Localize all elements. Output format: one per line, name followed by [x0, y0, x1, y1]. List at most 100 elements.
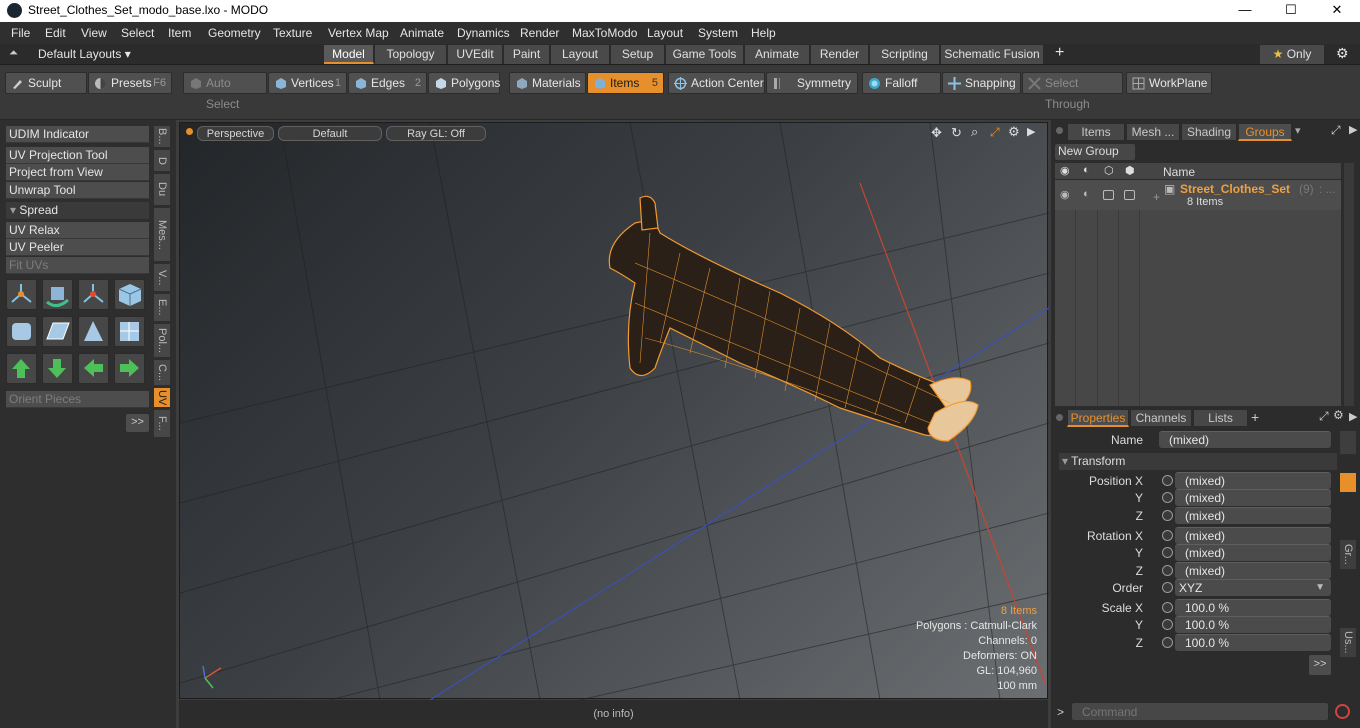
- layout-selector[interactable]: Default Layouts ▾: [38, 47, 131, 61]
- arrow-down-icon[interactable]: [42, 353, 73, 384]
- fit-view-icon[interactable]: ⤢: [990, 125, 1000, 140]
- tab-properties[interactable]: Properties: [1067, 409, 1129, 427]
- uv-pyramid-icon[interactable]: [78, 316, 109, 347]
- menu-item[interactable]: Item: [168, 26, 191, 40]
- raygl-button[interactable]: Ray GL: Off: [386, 126, 486, 141]
- snapping-button[interactable]: Snapping: [942, 72, 1021, 94]
- 3d-viewport[interactable]: Perspective Default Ray GL: Off ✥ ↻ ⌕ ⤢ …: [179, 122, 1049, 700]
- uv-transform-icon[interactable]: [6, 279, 37, 310]
- items-button[interactable]: Items 5: [587, 72, 664, 94]
- menu-help[interactable]: Help: [751, 26, 776, 40]
- more-properties-button[interactable]: >>: [1309, 655, 1331, 675]
- name-field[interactable]: (mixed): [1159, 431, 1331, 448]
- arrow-up-icon[interactable]: [6, 353, 37, 384]
- udim-indicator-button[interactable]: UDIM Indicator: [6, 126, 149, 143]
- row-render-icon[interactable]: ◐: [1083, 188, 1090, 200]
- uv-cylinder-icon[interactable]: [6, 316, 37, 347]
- vtab-pol[interactable]: Pol...: [154, 324, 170, 358]
- polygons-button[interactable]: Polygons: [428, 72, 500, 94]
- arrow-left-icon[interactable]: [78, 353, 109, 384]
- menu-vertex-map[interactable]: Vertex Map: [328, 26, 389, 40]
- rotation-z-field[interactable]: (mixed): [1175, 562, 1331, 579]
- props-arrow-icon[interactable]: ▶: [1349, 410, 1357, 423]
- materials-button[interactable]: Materials: [509, 72, 586, 94]
- workplane-button[interactable]: WorkPlane: [1126, 72, 1212, 94]
- groups-scrollbar[interactable]: [1344, 163, 1354, 406]
- menu-animate[interactable]: Animate: [400, 26, 444, 40]
- tab-animate[interactable]: Animate: [745, 45, 810, 64]
- row-select-box[interactable]: [1124, 190, 1135, 200]
- close-button[interactable]: ✕: [1314, 0, 1360, 22]
- fit-uvs-button[interactable]: Fit UVs: [6, 257, 149, 274]
- menu-dynamics[interactable]: Dynamics: [457, 26, 510, 40]
- menu-layout[interactable]: Layout: [647, 26, 683, 40]
- rotation-y-anim-icon[interactable]: [1162, 547, 1173, 558]
- pan-icon[interactable]: ✥: [931, 125, 942, 141]
- tab-game-tools[interactable]: Game Tools: [666, 45, 744, 64]
- menu-system[interactable]: System: [698, 26, 738, 40]
- props-expand-icon[interactable]: ⤢: [1319, 409, 1329, 424]
- visibility-eye-icon[interactable]: ◉: [1060, 164, 1070, 177]
- props-vtab-us[interactable]: Us...: [1340, 628, 1356, 658]
- arrow-right-icon[interactable]: [114, 353, 145, 384]
- menu-geometry[interactable]: Geometry: [208, 26, 261, 40]
- rotation-y-field[interactable]: (mixed): [1175, 544, 1331, 561]
- uv-projection-tool-button[interactable]: UV Projection Tool: [6, 147, 149, 164]
- vtab-mes[interactable]: Mes...: [154, 208, 170, 262]
- vtab-f[interactable]: F...: [154, 410, 170, 438]
- viewport-gear-icon[interactable]: ⚙: [1008, 124, 1020, 140]
- select-through-button[interactable]: Select Through: [1022, 72, 1123, 111]
- minimize-button[interactable]: —: [1222, 0, 1268, 22]
- zoom-icon[interactable]: ⌕: [971, 124, 978, 140]
- unwrap-tool-button[interactable]: Unwrap Tool: [6, 182, 149, 199]
- tab-scripting[interactable]: Scripting: [870, 45, 940, 64]
- menu-edit[interactable]: Edit: [45, 26, 66, 40]
- scale-y-field[interactable]: 100.0 %: [1175, 616, 1331, 633]
- command-input[interactable]: [1071, 702, 1329, 721]
- tab-lists[interactable]: Lists: [1193, 409, 1248, 427]
- scale-x-field[interactable]: 100.0 %: [1175, 599, 1331, 616]
- tab-model[interactable]: Model: [324, 45, 374, 64]
- layout-up-icon[interactable]: ⏶: [9, 47, 18, 60]
- rotate-icon[interactable]: ↻: [951, 125, 962, 141]
- falloff-button[interactable]: Falloff: [862, 72, 941, 94]
- rotation-x-field[interactable]: (mixed): [1175, 527, 1331, 544]
- tab-render[interactable]: Render: [811, 45, 869, 64]
- vtab-c[interactable]: C...: [154, 360, 170, 386]
- uv-move-icon[interactable]: [78, 279, 109, 310]
- vtab-v[interactable]: V...: [154, 264, 170, 292]
- expand-plus-icon[interactable]: +: [1153, 190, 1160, 204]
- render-icon[interactable]: ◐: [1083, 164, 1090, 176]
- gear-icon[interactable]: ⚙: [1336, 45, 1349, 62]
- add-tab-button[interactable]: +: [1055, 44, 1064, 62]
- props-gear-icon[interactable]: ⚙: [1333, 408, 1344, 422]
- maximize-button[interactable]: ☐: [1268, 0, 1314, 22]
- scale-x-anim-icon[interactable]: [1162, 602, 1173, 613]
- menu-render[interactable]: Render: [520, 26, 559, 40]
- uv-relax-button[interactable]: UV Relax: [6, 222, 149, 239]
- order-anim-icon[interactable]: [1162, 582, 1173, 593]
- only-toggle[interactable]: ★ Only: [1260, 45, 1325, 64]
- uv-rotate-icon[interactable]: [42, 279, 73, 310]
- props-vtab-active[interactable]: [1340, 473, 1356, 493]
- tab-channels[interactable]: Channels: [1130, 409, 1192, 427]
- tabs-dropdown-icon[interactable]: ▾: [1295, 124, 1301, 137]
- auto-select-button[interactable]: Auto Select: [183, 72, 267, 111]
- position-z-field[interactable]: (mixed): [1175, 507, 1331, 524]
- vtab-b[interactable]: B...: [154, 126, 170, 148]
- row-lock-box[interactable]: [1103, 190, 1114, 200]
- tab-setup[interactable]: Setup: [611, 45, 665, 64]
- spread-section[interactable]: ▾ Spread: [6, 202, 149, 219]
- panel-arrow-icon[interactable]: ▶: [1349, 123, 1357, 136]
- vtab-e[interactable]: E...: [154, 294, 170, 322]
- record-icon[interactable]: [1335, 704, 1350, 719]
- tab-layout[interactable]: Layout: [551, 45, 610, 64]
- edges-button[interactable]: Edges 2: [348, 72, 427, 94]
- viewport-expand-icon[interactable]: ▶: [1027, 125, 1035, 138]
- add-props-tab-button[interactable]: +: [1251, 409, 1259, 425]
- scale-z-anim-icon[interactable]: [1162, 637, 1173, 648]
- view-perspective-button[interactable]: Perspective: [197, 126, 274, 141]
- menu-texture[interactable]: Texture: [273, 26, 312, 40]
- expand-panel-icon[interactable]: ⤢: [1331, 123, 1341, 138]
- vtab-d[interactable]: D: [154, 150, 170, 172]
